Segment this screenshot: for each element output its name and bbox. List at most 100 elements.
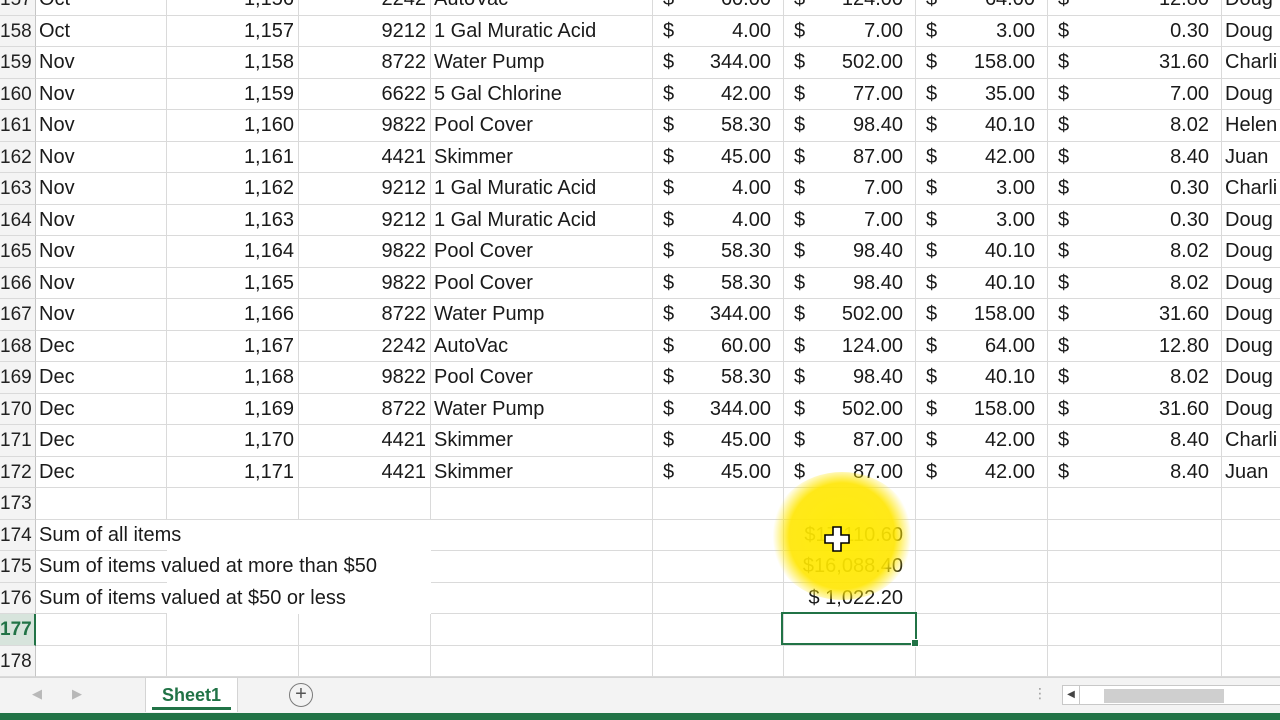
item-code-cell[interactable]: 2242 [299, 0, 431, 16]
invoice-cell[interactable]: 1,164 [167, 236, 299, 268]
item-code-cell[interactable]: 4421 [299, 456, 431, 488]
sales-rep-cell[interactable]: Juan [1222, 457, 1280, 488]
item-name-cell[interactable]: 1 Gal Muratic Acid [431, 204, 653, 236]
month-cell[interactable]: Dec [36, 425, 167, 457]
cost-cell[interactable]: $344.00 [653, 47, 784, 79]
price-cell[interactable]: $98.40 [784, 236, 916, 268]
profit-cell[interactable]: $40.10 [916, 362, 1048, 394]
commission-cell[interactable]: $31.60 [1048, 299, 1222, 331]
row-header[interactable]: 175 [0, 551, 36, 583]
sales-rep-cell[interactable]: Charli [1222, 173, 1280, 205]
price-cell[interactable]: $124.00 [784, 0, 916, 16]
invoice-cell[interactable]: 1,167 [167, 330, 299, 362]
commission-cell[interactable]: $8.02 [1048, 110, 1222, 142]
profit-cell[interactable]: $3.00 [916, 15, 1048, 47]
profit-cell[interactable]: $40.10 [916, 236, 1048, 268]
item-name-cell[interactable]: AutoVac [431, 0, 653, 16]
sales-rep-cell[interactable]: Doug [1222, 79, 1280, 110]
row-header[interactable]: 177 [0, 614, 36, 646]
row-header[interactable]: 158 [0, 15, 36, 47]
item-name-cell[interactable]: AutoVac [431, 330, 653, 362]
invoice-cell[interactable]: 1,166 [167, 299, 299, 331]
profit-cell[interactable]: $40.10 [916, 267, 1048, 299]
item-name-cell[interactable]: Skimmer [431, 141, 653, 173]
cost-cell[interactable]: $58.30 [653, 236, 784, 268]
row-header[interactable]: 170 [0, 393, 36, 425]
month-cell[interactable]: Oct [36, 0, 167, 16]
month-cell[interactable]: Nov [36, 47, 167, 79]
summary-label[interactable]: Sum of items valued at more than $50 [36, 551, 377, 583]
price-cell[interactable]: $502.00 [784, 393, 916, 425]
item-name-cell[interactable]: 1 Gal Muratic Acid [431, 173, 653, 205]
item-code-cell[interactable]: 8722 [299, 393, 431, 425]
item-name-cell[interactable]: Water Pump [431, 299, 653, 331]
active-cell-selection[interactable] [781, 612, 919, 647]
empty-cell[interactable] [1222, 551, 1280, 583]
cost-cell[interactable]: $4.00 [653, 204, 784, 236]
month-cell[interactable]: Nov [36, 299, 167, 331]
price-cell[interactable]: $87.00 [784, 456, 916, 488]
summary-value[interactable]: $16,088.40 [784, 551, 916, 583]
empty-cell[interactable] [36, 614, 167, 646]
commission-cell[interactable]: $0.30 [1048, 15, 1222, 47]
add-sheet-button[interactable]: + [289, 683, 313, 707]
commission-cell[interactable]: $8.40 [1048, 456, 1222, 488]
invoice-cell[interactable]: 1,157 [167, 15, 299, 47]
item-code-cell[interactable]: 8722 [299, 299, 431, 331]
commission-cell[interactable]: $12.80 [1048, 0, 1222, 16]
fill-handle[interactable] [911, 639, 919, 647]
profit-cell[interactable]: $42.00 [916, 456, 1048, 488]
profit-cell[interactable]: $3.00 [916, 204, 1048, 236]
price-cell[interactable]: $7.00 [784, 173, 916, 205]
profit-cell[interactable]: $64.00 [916, 330, 1048, 362]
empty-cell[interactable] [916, 582, 1048, 614]
row-header[interactable]: 162 [0, 141, 36, 173]
price-cell[interactable]: $98.40 [784, 362, 916, 394]
row-header[interactable]: 161 [0, 110, 36, 142]
sales-rep-cell[interactable]: Doug [1222, 236, 1280, 268]
invoice-cell[interactable]: 1,159 [167, 78, 299, 110]
profit-cell[interactable]: $40.10 [916, 110, 1048, 142]
empty-cell[interactable] [36, 488, 167, 520]
empty-cell[interactable] [36, 645, 167, 677]
profit-cell[interactable]: $158.00 [916, 299, 1048, 331]
price-cell[interactable]: $77.00 [784, 78, 916, 110]
invoice-cell[interactable]: 1,160 [167, 110, 299, 142]
month-cell[interactable]: Nov [36, 204, 167, 236]
more-options-icon[interactable]: ⋮ [1033, 685, 1047, 702]
cost-cell[interactable]: $344.00 [653, 299, 784, 331]
item-code-cell[interactable]: 9212 [299, 15, 431, 47]
empty-cell[interactable] [431, 614, 653, 646]
commission-cell[interactable]: $0.30 [1048, 204, 1222, 236]
empty-cell[interactable] [1048, 582, 1222, 614]
commission-cell[interactable]: $7.00 [1048, 78, 1222, 110]
summary-label[interactable]: Sum of items valued at $50 or less [36, 583, 346, 614]
empty-cell[interactable] [431, 551, 653, 583]
scroll-left-icon[interactable]: ◀ [1062, 685, 1080, 705]
commission-cell[interactable]: $0.30 [1048, 173, 1222, 205]
item-name-cell[interactable]: Pool Cover [431, 110, 653, 142]
price-cell[interactable]: $98.40 [784, 110, 916, 142]
empty-cell[interactable] [653, 614, 784, 646]
sales-rep-cell[interactable]: Helen [1222, 110, 1280, 142]
cost-cell[interactable]: $4.00 [653, 173, 784, 205]
profit-cell[interactable]: $35.00 [916, 78, 1048, 110]
empty-cell[interactable] [167, 614, 299, 646]
row-header[interactable]: 176 [0, 582, 36, 614]
profit-cell[interactable]: $158.00 [916, 393, 1048, 425]
item-code-cell[interactable]: 4421 [299, 425, 431, 457]
empty-cell[interactable] [916, 519, 1048, 551]
invoice-cell[interactable]: 1,170 [167, 425, 299, 457]
row-header[interactable]: 167 [0, 299, 36, 331]
row-header[interactable]: 160 [0, 78, 36, 110]
next-sheet-icon[interactable]: ▶ [72, 686, 82, 702]
empty-cell[interactable] [1048, 551, 1222, 583]
commission-cell[interactable]: $31.60 [1048, 47, 1222, 79]
empty-cell[interactable] [916, 614, 1048, 646]
summary-value[interactable]: $17,110.60 [784, 519, 916, 551]
price-cell[interactable]: $7.00 [784, 15, 916, 47]
commission-cell[interactable]: $12.80 [1048, 330, 1222, 362]
item-code-cell[interactable]: 9212 [299, 173, 431, 205]
item-code-cell[interactable]: 8722 [299, 47, 431, 79]
month-cell[interactable]: Nov [36, 110, 167, 142]
